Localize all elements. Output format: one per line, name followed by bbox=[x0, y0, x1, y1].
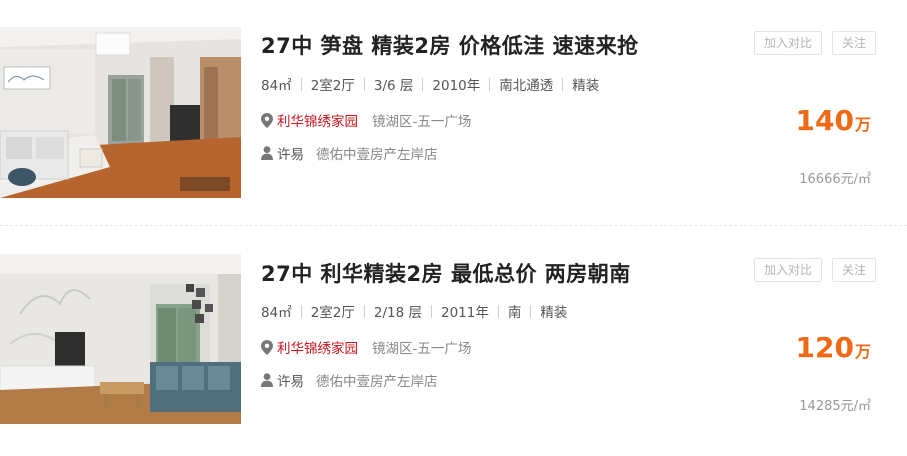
price-unit: 万 bbox=[854, 115, 871, 134]
listing-title[interactable]: 27中 利华精装2房 最低总价 两房朝南 bbox=[261, 258, 631, 288]
orientation: 南 bbox=[507, 305, 522, 321]
separator bbox=[489, 77, 491, 91]
person-icon bbox=[261, 373, 273, 387]
orientation: 南北通透 bbox=[499, 78, 554, 94]
total-price: 120万 bbox=[796, 331, 871, 364]
district-link[interactable]: 镜湖区-五一广场 bbox=[372, 110, 471, 130]
unit-price: 14285元/㎡ bbox=[799, 399, 871, 414]
listing-meta: 84㎡ 2室2厅 2/18 层 2011年 南 精装 bbox=[261, 301, 567, 321]
area: 84㎡ bbox=[261, 78, 292, 94]
add-to-compare-button[interactable]: 加入对比 bbox=[754, 258, 822, 282]
follow-button[interactable]: 关注 bbox=[832, 258, 876, 282]
unit-price: 16666元/㎡ bbox=[799, 172, 871, 187]
agency-name[interactable]: 德佑中壹房产左岸店 bbox=[316, 143, 438, 163]
listing-meta: 84㎡ 2室2厅 3/6 层 2010年 南北通透 精装 bbox=[261, 74, 599, 94]
separator bbox=[300, 77, 302, 91]
follow-button[interactable]: 关注 bbox=[832, 31, 876, 55]
listing-title[interactable]: 27中 笋盘 精装2房 价格低洼 速速来抢 bbox=[261, 30, 639, 60]
agency-name[interactable]: 德佑中壹房产左岸店 bbox=[316, 370, 438, 390]
listing-photo[interactable] bbox=[0, 254, 241, 424]
build-year: 2011年 bbox=[440, 305, 489, 321]
agent-name: 许易 bbox=[277, 147, 304, 163]
separator bbox=[497, 304, 499, 318]
living-room-photo-icon bbox=[0, 27, 241, 198]
decoration: 精装 bbox=[572, 78, 600, 94]
district-link[interactable]: 镜湖区-五一广场 bbox=[372, 337, 471, 357]
agent-row: 许易 德佑中壹房产左岸店 bbox=[261, 370, 438, 390]
separator bbox=[530, 304, 532, 318]
location-row: 利华锦绣家园 镜湖区-五一广场 bbox=[261, 337, 471, 357]
listing-divider bbox=[0, 225, 907, 226]
separator bbox=[300, 304, 302, 318]
person-icon bbox=[261, 146, 273, 160]
decoration: 精装 bbox=[540, 305, 568, 321]
separator bbox=[422, 77, 424, 91]
separator bbox=[562, 77, 564, 91]
price-unit: 万 bbox=[854, 342, 871, 361]
price-value: 140 bbox=[795, 104, 854, 137]
location-pin-icon bbox=[261, 112, 273, 128]
floor: 2/18 层 bbox=[373, 305, 422, 321]
agent-name: 许易 bbox=[277, 374, 304, 390]
separator bbox=[430, 304, 432, 318]
listing-photo[interactable] bbox=[0, 27, 241, 198]
separator bbox=[363, 304, 365, 318]
room-layout: 2室2厅 bbox=[310, 305, 355, 321]
price-value: 120 bbox=[795, 331, 854, 364]
location-row: 利华锦绣家园 镜湖区-五一广场 bbox=[261, 110, 471, 130]
location-pin-icon bbox=[261, 339, 273, 355]
separator bbox=[363, 77, 365, 91]
community-link[interactable]: 利华锦绣家园 bbox=[277, 110, 358, 130]
floor: 3/6 层 bbox=[373, 78, 414, 94]
living-room-photo-icon bbox=[0, 254, 241, 424]
add-to-compare-button[interactable]: 加入对比 bbox=[754, 31, 822, 55]
area: 84㎡ bbox=[261, 305, 292, 321]
room-layout: 2室2厅 bbox=[310, 78, 355, 94]
total-price: 140万 bbox=[796, 104, 871, 137]
listing-card: 27中 笋盘 精装2房 价格低洼 速速来抢 84㎡ 2室2厅 3/6 层 201… bbox=[0, 0, 907, 200]
agent-row: 许易 德佑中壹房产左岸店 bbox=[261, 143, 438, 163]
build-year: 2010年 bbox=[432, 78, 481, 94]
community-link[interactable]: 利华锦绣家园 bbox=[277, 337, 358, 357]
listing-card: 27中 利华精装2房 最低总价 两房朝南 84㎡ 2室2厅 2/18 层 201… bbox=[0, 227, 907, 427]
